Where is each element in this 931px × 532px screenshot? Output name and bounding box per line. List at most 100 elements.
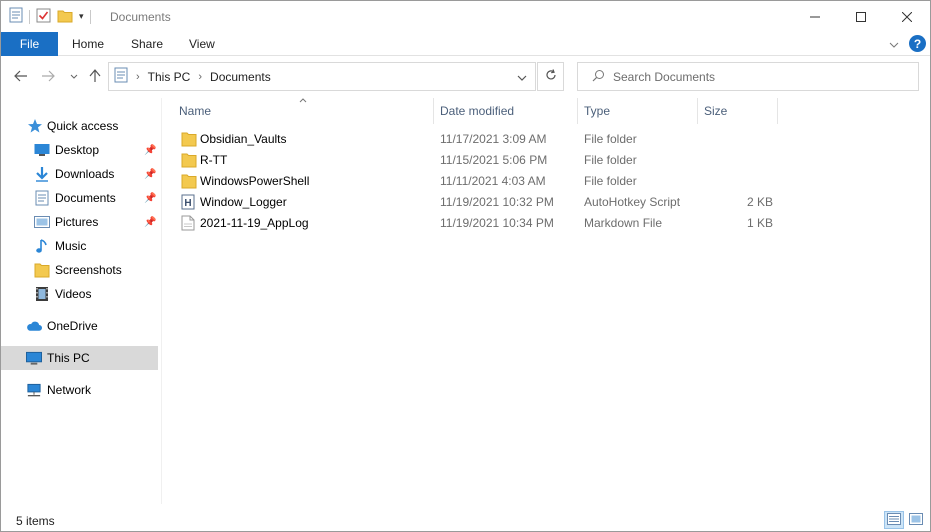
maximize-button[interactable]	[838, 1, 884, 32]
sidebar-item-screenshots[interactable]: Screenshots	[1, 258, 158, 282]
music-icon	[34, 238, 50, 254]
file-list: Name Date modified Type Size Obsidian_Va…	[171, 98, 930, 504]
videos-icon	[34, 286, 50, 302]
window-controls	[792, 1, 930, 32]
column-header-date-modified[interactable]: Date modified	[440, 98, 514, 124]
file-type: File folder	[584, 132, 637, 146]
recent-locations-icon[interactable]	[65, 67, 83, 85]
file-row[interactable]: R-TT 11/15/2021 5:06 PM File folder	[171, 150, 930, 171]
breadcrumb-documents[interactable]: Documents	[210, 70, 271, 84]
network-icon	[26, 382, 42, 398]
file-date-modified: 11/11/2021 4:03 AM	[440, 174, 546, 188]
search-input[interactable]	[613, 69, 893, 84]
search-box[interactable]	[577, 62, 919, 91]
address-dropdown-icon[interactable]	[517, 70, 527, 84]
item-count: 5 items	[16, 514, 55, 528]
documents-icon	[34, 190, 50, 206]
folder-icon	[181, 131, 197, 147]
sidebar-item-label: Music	[55, 239, 87, 253]
address-bar[interactable]: › This PC › Documents	[108, 62, 536, 91]
sidebar-item-pictures[interactable]: Pictures 📌	[1, 210, 158, 234]
file-name: 2021-11-19_AppLog	[200, 216, 309, 230]
sidebar-item-label: Screenshots	[55, 263, 122, 277]
sidebar-item-desktop[interactable]: Desktop 📌	[1, 138, 158, 162]
sidebar-item-downloads[interactable]: Downloads 📌	[1, 162, 158, 186]
file-date-modified: 11/15/2021 5:06 PM	[440, 153, 548, 167]
markdown-file-icon	[181, 215, 197, 231]
refresh-icon	[545, 69, 557, 84]
desktop-icon	[34, 142, 50, 158]
documents-location-icon	[114, 67, 128, 86]
file-date-modified: 11/19/2021 10:34 PM	[440, 216, 554, 230]
large-icons-view-button[interactable]	[906, 511, 926, 529]
forward-arrow-icon[interactable]	[39, 67, 57, 85]
window-title: Documents	[110, 10, 171, 24]
file-name: Obsidian_Vaults	[200, 132, 287, 146]
sort-ascending-icon	[299, 95, 307, 105]
pin-icon[interactable]: 📌	[144, 217, 156, 228]
sidebar-item-network[interactable]: Network	[1, 378, 158, 402]
tab-file[interactable]: File	[1, 32, 58, 56]
navigation-bar: › This PC › Documents	[1, 56, 930, 98]
refresh-button[interactable]	[537, 62, 564, 91]
star-icon	[27, 118, 43, 134]
file-date-modified: 11/17/2021 3:09 AM	[440, 132, 547, 146]
file-name: WindowsPowerShell	[200, 174, 310, 188]
large-icons-view-icon	[909, 512, 923, 528]
column-header-size[interactable]: Size	[704, 98, 727, 124]
up-arrow-icon[interactable]	[86, 67, 104, 85]
sidebar-item-videos[interactable]: Videos	[1, 282, 158, 306]
file-row[interactable]: Obsidian_Vaults 11/17/2021 3:09 AM File …	[171, 129, 930, 150]
breadcrumb-separator-icon[interactable]: ›	[198, 71, 202, 83]
back-arrow-icon[interactable]	[12, 67, 30, 85]
column-header-label: Name	[179, 104, 212, 118]
tab-home[interactable]: Home	[72, 32, 104, 56]
checkmark-icon[interactable]	[36, 8, 51, 26]
column-divider[interactable]	[433, 98, 434, 124]
folder-icon	[181, 173, 197, 189]
sidebar-item-label: This PC	[47, 351, 90, 365]
new-folder-icon[interactable]	[57, 8, 73, 26]
sidebar-item-documents[interactable]: Documents 📌	[1, 186, 158, 210]
breadcrumb-this-pc[interactable]: This PC	[148, 70, 191, 84]
customize-toolbar-icon[interactable]: ▾	[79, 11, 84, 22]
help-icon[interactable]: ?	[909, 35, 926, 52]
column-header-name[interactable]: Name	[179, 98, 211, 124]
file-name: Window_Logger	[200, 195, 287, 209]
sidebar-item-quick-access[interactable]: Quick access	[1, 114, 158, 138]
sidebar-item-onedrive[interactable]: OneDrive	[1, 314, 158, 338]
sidebar-item-this-pc[interactable]: This PC	[1, 346, 158, 370]
file-row[interactable]: H Window_Logger 11/19/2021 10:32 PM Auto…	[171, 192, 930, 213]
details-view-button[interactable]	[884, 511, 904, 529]
tab-share[interactable]: Share	[131, 32, 163, 56]
file-row[interactable]: WindowsPowerShell 11/11/2021 4:03 AM Fil…	[171, 171, 930, 192]
column-divider[interactable]	[777, 98, 778, 124]
tab-view[interactable]: View	[189, 32, 215, 56]
search-icon	[592, 69, 605, 85]
column-header-label: Date modified	[440, 104, 515, 118]
qat-divider	[89, 9, 91, 24]
file-row[interactable]: 2021-11-19_AppLog 11/19/2021 10:34 PM Ma…	[171, 213, 930, 234]
sidebar-item-label: Documents	[55, 191, 116, 205]
pane-divider[interactable]	[161, 98, 162, 504]
minimize-button[interactable]	[792, 1, 838, 32]
title-bar: ▾ Documents	[1, 1, 930, 32]
column-header-type[interactable]: Type	[584, 98, 610, 124]
sidebar-item-music[interactable]: Music	[1, 234, 158, 258]
details-view-icon	[887, 512, 901, 528]
file-type: AutoHotkey Script	[584, 195, 681, 209]
pin-icon[interactable]: 📌	[144, 145, 156, 156]
breadcrumb-separator-icon[interactable]: ›	[136, 71, 140, 83]
column-divider[interactable]	[577, 98, 578, 124]
sidebar-item-label: Desktop	[55, 143, 100, 157]
pictures-icon	[34, 214, 50, 230]
sidebar-item-label: OneDrive	[47, 319, 98, 333]
pin-icon[interactable]: 📌	[144, 193, 156, 204]
properties-icon[interactable]	[9, 7, 23, 26]
pin-icon[interactable]: 📌	[144, 169, 156, 180]
column-divider[interactable]	[697, 98, 698, 124]
sidebar-item-label: Downloads	[55, 167, 115, 181]
file-type: File folder	[584, 174, 637, 188]
chevron-down-icon[interactable]	[889, 37, 899, 51]
close-button[interactable]	[884, 1, 930, 32]
